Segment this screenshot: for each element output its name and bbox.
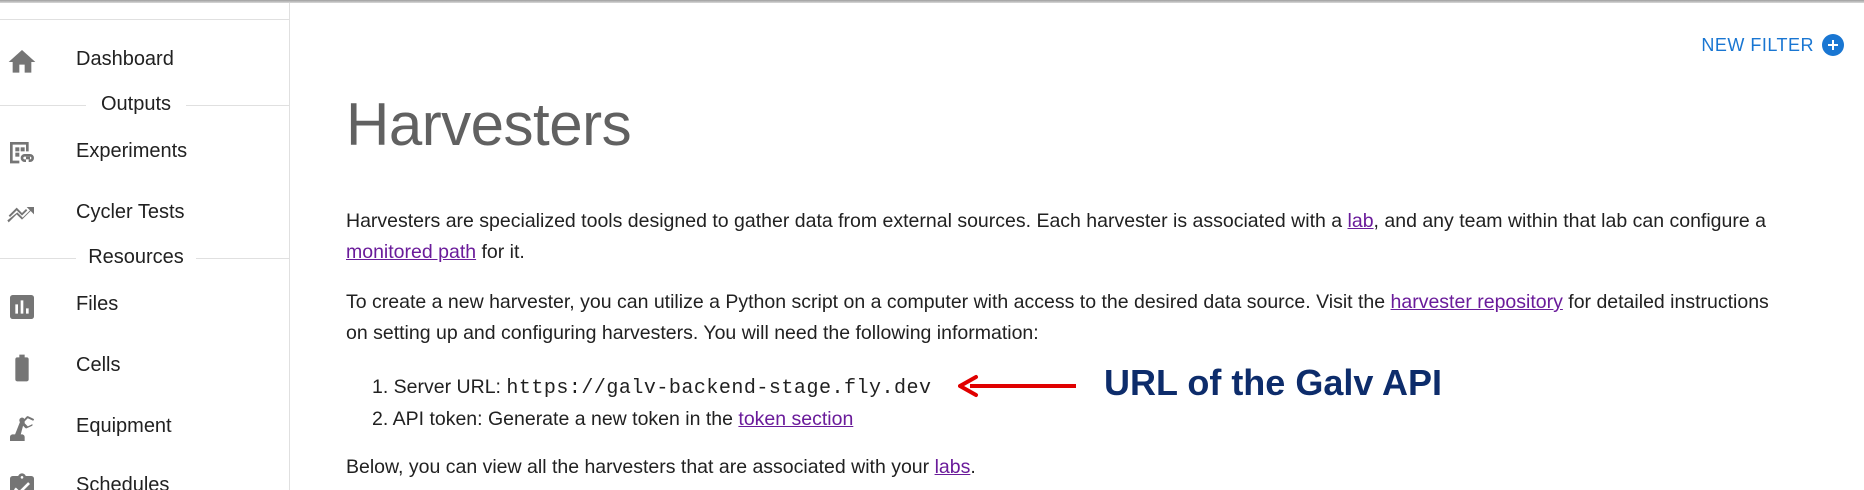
sidebar-divider — [0, 19, 290, 20]
lab-link[interactable]: lab — [1348, 210, 1374, 232]
text: . — [970, 456, 976, 478]
sidebar-item-experiments[interactable]: Experiments — [0, 128, 290, 176]
new-filter-label: NEW FILTER — [1701, 34, 1814, 55]
sidebar-item-schedules[interactable]: Schedules — [0, 462, 290, 490]
text: for it. — [476, 241, 525, 263]
sidebar-item-files[interactable]: Files — [0, 281, 290, 329]
section-label: Resources — [78, 246, 194, 268]
labs-link[interactable]: labs — [935, 456, 971, 478]
text: Below, you can view all the harvesters t… — [346, 456, 935, 478]
labs-paragraph: Below, you can view all the harvesters t… — [346, 452, 1776, 483]
sidebar-item-label: Experiments — [76, 140, 188, 162]
files-chart-icon — [6, 291, 38, 323]
monitored-path-link[interactable]: monitored path — [346, 241, 476, 263]
text: 2. API token: Generate a new token in th… — [372, 408, 739, 430]
intro-paragraph: Harvesters are specialized tools designe… — [346, 206, 1776, 268]
text: 1. Server URL: — [372, 376, 507, 398]
sidebar-item-label: Dashboard — [76, 48, 174, 70]
new-filter-button[interactable]: NEW FILTER — [1701, 34, 1844, 56]
sidebar: Dashboard Outputs Experiments Cycler Tes… — [0, 3, 290, 490]
clipboard-icon — [6, 472, 38, 490]
section-label: Outputs — [90, 93, 182, 115]
cycler-tests-icon — [6, 199, 38, 231]
section-header-outputs: Outputs — [0, 91, 290, 119]
sidebar-item-label: Equipment — [76, 415, 172, 437]
instructions-paragraph: To create a new harvester, you can utili… — [346, 287, 1776, 349]
sidebar-item-label: Files — [76, 293, 119, 315]
sidebar-item-dashboard[interactable]: Dashboard — [0, 36, 290, 84]
sidebar-item-label: Schedules — [76, 474, 170, 490]
token-section-link[interactable]: token section — [738, 408, 853, 430]
add-circle-icon — [1822, 34, 1844, 56]
server-url-code: https://galv-backend-stage.fly.dev — [506, 377, 932, 400]
list-item-server-url: 1. Server URL: https://galv-backend-stag… — [372, 372, 931, 404]
sidebar-item-label: Cycler Tests — [76, 201, 185, 223]
sidebar-item-label: Cells — [76, 354, 121, 376]
text: To create a new harvester, you can utili… — [346, 291, 1391, 313]
harvester-repository-link[interactable]: harvester repository — [1391, 291, 1563, 313]
sidebar-item-cells[interactable]: Cells — [0, 342, 290, 390]
battery-icon — [6, 352, 38, 384]
experiments-icon — [6, 138, 38, 170]
text: Harvesters are specialized tools designe… — [346, 210, 1348, 232]
home-icon — [6, 46, 38, 78]
page-title: Harvesters — [346, 91, 632, 158]
section-header-resources: Resources — [0, 244, 290, 272]
annotation-label: URL of the Galv API — [1104, 362, 1443, 403]
annotation-arrow-icon — [958, 375, 1076, 397]
equipment-icon — [6, 413, 38, 445]
sidebar-item-equipment[interactable]: Equipment — [0, 403, 290, 451]
requirements-list: 1. Server URL: https://galv-backend-stag… — [372, 372, 931, 435]
sidebar-item-cycler-tests[interactable]: Cycler Tests — [0, 189, 290, 237]
text: , and any team within that lab can confi… — [1373, 210, 1766, 232]
list-item-api-token: 2. API token: Generate a new token in th… — [372, 404, 931, 435]
